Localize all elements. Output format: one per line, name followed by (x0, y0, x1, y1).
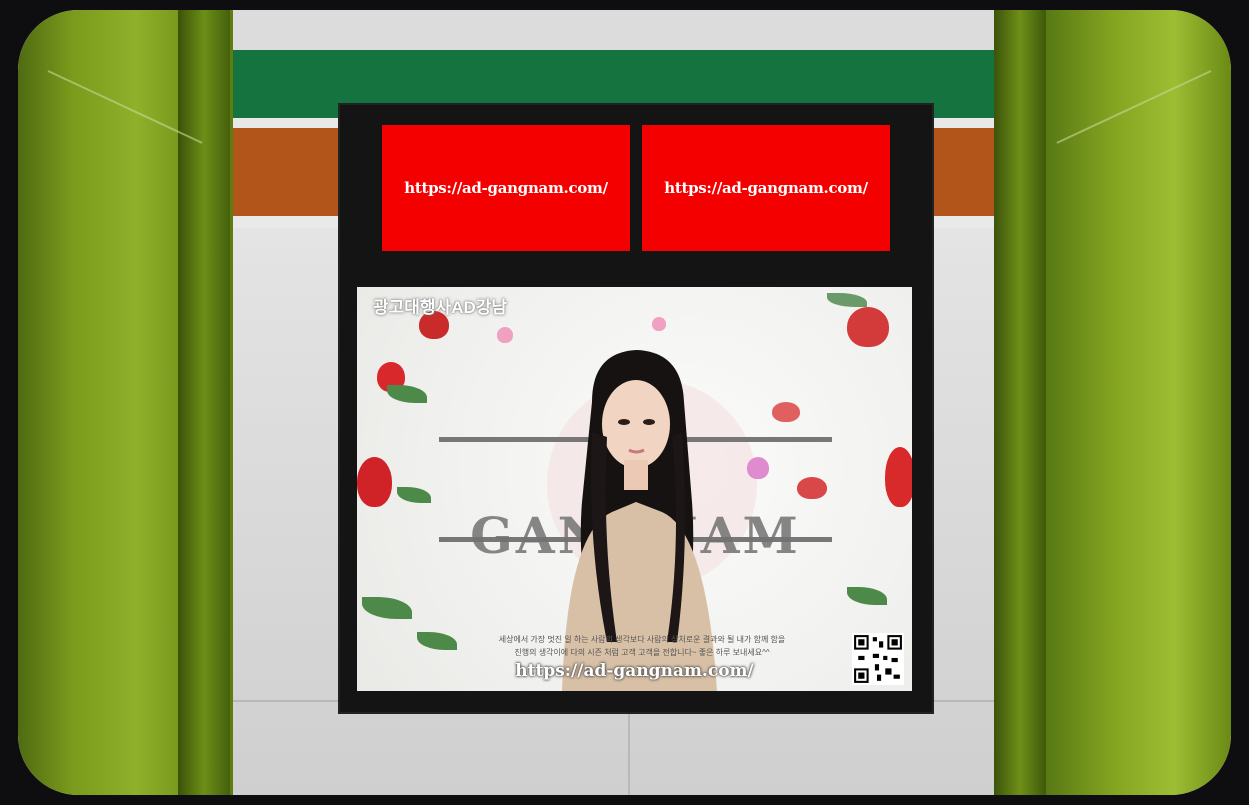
ceiling-panel (228, 10, 1046, 52)
pillar-edge-right (994, 10, 1046, 795)
qr-code-icon[interactable] (852, 633, 904, 685)
green-leaf (847, 587, 887, 605)
ad-poster: AD GANGNAM 광고대행사AD강남 세상에서 가장 멋진 일 하는 사람의… (357, 287, 912, 691)
poster-url[interactable]: https://ad-gangnam.com/ (357, 661, 912, 681)
banner-url-text: https://ad-gangnam.com/ (664, 179, 868, 197)
red-flower (847, 307, 889, 347)
red-flower (357, 457, 392, 507)
ad-billboard: https://ad-gangnam.com/ https://ad-gangn… (338, 103, 934, 714)
banner-url-text: https://ad-gangnam.com/ (404, 179, 608, 197)
red-flower (885, 447, 912, 507)
green-leaf (827, 293, 867, 307)
caption-line: 세상에서 가장 멋진 일 하는 사람의 생각보다 사람의 상처로운 결과와 될 … (498, 635, 786, 644)
poster-brand: 광고대행사AD강남 (373, 298, 508, 317)
caption-line: 진행의 생각이에 다의 시즌 처럼 고객 고객을 전합니다~ 좋은 하루 보내세… (514, 648, 770, 657)
photo-frame: https://ad-gangnam.com/ https://ad-gangn… (18, 10, 1231, 795)
green-pillar-right (1041, 10, 1231, 795)
poster-caption: 세상에서 가장 멋진 일 하는 사람의 생각보다 사람의 상처로운 결과와 될 … (477, 633, 807, 659)
pillar-edge-left (178, 10, 230, 795)
green-leaf (387, 385, 427, 403)
pink-flower (652, 317, 666, 331)
green-leaf (362, 597, 412, 619)
pink-flower (497, 327, 513, 343)
red-flower (772, 402, 800, 422)
url-banner-right[interactable]: https://ad-gangnam.com/ (642, 125, 890, 251)
green-leaf (417, 632, 457, 650)
green-leaf (397, 487, 431, 503)
url-banner-left[interactable]: https://ad-gangnam.com/ (382, 125, 630, 251)
